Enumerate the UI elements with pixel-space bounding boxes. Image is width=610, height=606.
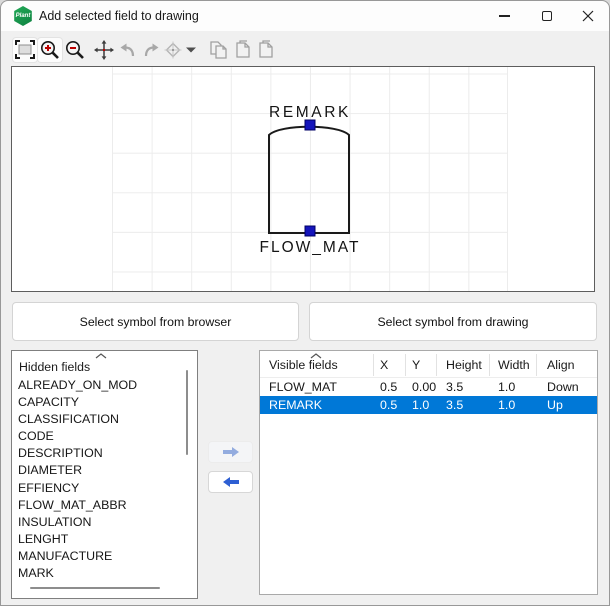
cell-x: 0.5 <box>380 378 397 396</box>
cell-y: 0.00 <box>412 378 436 396</box>
window-title: Add selected field to drawing <box>39 1 199 31</box>
cell-height: 3.5 <box>446 378 463 396</box>
column-header-visible-fields[interactable]: Visible fields <box>269 358 338 372</box>
snap-dropdown-button[interactable] <box>184 38 198 62</box>
snap-point-button[interactable] <box>163 38 183 62</box>
close-button[interactable] <box>566 1 610 31</box>
copy-stack-button[interactable] <box>207 38 231 62</box>
dialog-window: Plant Add selected field to drawing <box>0 0 610 606</box>
list-item[interactable]: EFFIENCY <box>12 480 188 497</box>
cell-field-name: REMARK <box>269 396 322 414</box>
column-header-align[interactable]: Align <box>547 358 575 372</box>
undo-button[interactable] <box>118 38 138 62</box>
undo-icon <box>118 40 138 60</box>
list-item[interactable]: CODE <box>12 428 188 445</box>
zoom-in-icon <box>39 39 61 61</box>
hidden-fields-header[interactable]: Hidden fields <box>19 360 90 374</box>
list-item[interactable]: CLASSIFICATION <box>12 411 188 428</box>
minimize-icon <box>499 15 510 16</box>
horizontal-scrollbar-thumb[interactable] <box>30 587 160 589</box>
column-header-y[interactable]: Y <box>412 358 420 372</box>
pan-icon <box>93 39 115 61</box>
sort-ascending-icon[interactable] <box>95 353 107 359</box>
zoom-window-button[interactable] <box>13 38 37 62</box>
select-symbol-from-drawing-button[interactable]: Select symbol from drawing <box>309 302 597 341</box>
cell-y: 1.0 <box>412 396 429 414</box>
select-symbol-from-browser-label: Select symbol from browser <box>80 315 232 329</box>
column-separator <box>489 354 490 376</box>
list-item[interactable]: MANUFACTURE <box>12 548 188 565</box>
cell-height: 3.5 <box>446 396 463 414</box>
drawing-toolbar <box>1 31 609 66</box>
minimize-button[interactable] <box>482 1 526 31</box>
hidden-fields-list: Hidden fields ALREADY_ON_MOD CAPACITY CL… <box>11 350 198 599</box>
visible-fields-header-row: Visible fields X Y Height Width Align <box>260 351 597 378</box>
arrow-left-icon <box>221 476 241 488</box>
zoom-out-icon <box>64 39 86 61</box>
zoom-window-icon <box>14 39 36 61</box>
paste-page-alt-button[interactable] <box>255 38 277 62</box>
list-item[interactable]: CAPACITY <box>12 394 188 411</box>
column-separator <box>436 354 437 376</box>
vertical-scrollbar-thumb[interactable] <box>186 370 188 455</box>
field-handle-bottom[interactable] <box>305 226 315 236</box>
paste-page-icon <box>232 39 254 61</box>
list-item[interactable]: DESCRIPTION <box>12 445 188 462</box>
list-item[interactable]: ALREADY_ON_MOD <box>12 377 188 394</box>
paste-page-button[interactable] <box>232 38 254 62</box>
cell-width: 1.0 <box>498 378 515 396</box>
select-symbol-from-browser-button[interactable]: Select symbol from browser <box>12 302 299 341</box>
app-icon: Plant <box>13 6 33 26</box>
column-separator <box>405 354 406 376</box>
column-header-x[interactable]: X <box>380 358 388 372</box>
column-separator <box>536 354 537 376</box>
drawing-canvas[interactable]: REMARK FLOW_MAT <box>11 66 595 292</box>
move-to-hidden-button[interactable] <box>208 471 253 493</box>
field-label-top: REMARK <box>269 104 351 121</box>
app-icon-label: Plant <box>16 13 31 19</box>
visible-fields-table: Visible fields X Y Height Width Align FL… <box>259 350 598 595</box>
list-item[interactable]: DIAMETER <box>12 462 188 479</box>
table-row-flow-mat[interactable]: FLOW_MAT 0.5 0.00 3.5 1.0 Down <box>260 378 597 396</box>
redo-icon <box>141 40 161 60</box>
column-header-height[interactable]: Height <box>446 358 482 372</box>
cell-width: 1.0 <box>498 396 515 414</box>
title-bar: Plant Add selected field to drawing <box>1 1 609 31</box>
move-to-visible-button[interactable] <box>208 441 253 463</box>
cell-align: Up <box>547 396 563 414</box>
cell-align: Down <box>547 378 579 396</box>
close-icon <box>582 10 594 22</box>
redo-button[interactable] <box>141 38 161 62</box>
arrow-right-icon <box>221 446 241 458</box>
field-label-bottom: FLOW_MAT <box>260 239 361 256</box>
copy-stack-icon <box>208 39 230 61</box>
maximize-icon <box>542 11 552 21</box>
cell-field-name: FLOW_MAT <box>269 378 337 396</box>
paste-page-alt-icon <box>255 39 277 61</box>
symbol-preview: REMARK FLOW_MAT <box>12 67 594 291</box>
pan-button[interactable] <box>92 38 116 62</box>
zoom-in-button[interactable] <box>38 38 62 62</box>
zoom-out-button[interactable] <box>63 38 87 62</box>
cell-x: 0.5 <box>380 396 397 414</box>
list-item[interactable]: LENGHT <box>12 531 188 548</box>
snap-point-icon <box>163 40 183 60</box>
field-handle-top[interactable] <box>305 120 315 130</box>
select-symbol-from-drawing-label: Select symbol from drawing <box>377 315 528 329</box>
chevron-down-icon <box>186 47 196 53</box>
list-item[interactable]: MARK <box>12 565 188 582</box>
column-separator <box>373 354 374 376</box>
maximize-button[interactable] <box>525 1 569 31</box>
list-item[interactable]: INSULATION <box>12 514 188 531</box>
table-row-remark-selected[interactable]: REMARK 0.5 1.0 3.5 1.0 Up <box>260 396 597 414</box>
list-item[interactable]: FLOW_MAT_ABBR <box>12 497 188 514</box>
hidden-fields-items: ALREADY_ON_MOD CAPACITY CLASSIFICATION C… <box>12 377 188 582</box>
vessel-outline <box>269 127 349 233</box>
column-header-width[interactable]: Width <box>498 358 530 372</box>
